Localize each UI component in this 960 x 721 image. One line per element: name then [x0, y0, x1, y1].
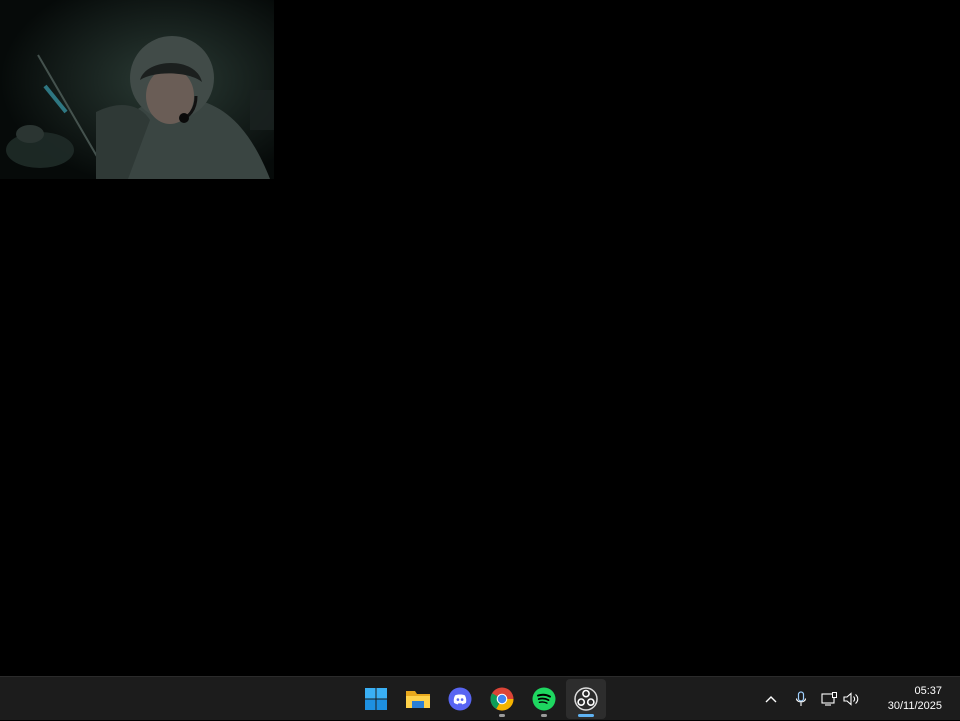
volume-icon: [843, 692, 859, 706]
taskbar-apps: [356, 677, 606, 721]
running-indicator: [541, 714, 547, 717]
system-tray: 05:37 30/11/2025: [758, 677, 960, 721]
network-icon: [821, 692, 837, 706]
file-explorer-button[interactable]: [398, 679, 438, 719]
volume-button[interactable]: [840, 684, 864, 714]
folder-icon: [406, 691, 430, 708]
microphone-button[interactable]: [784, 684, 818, 714]
chrome-icon: [490, 687, 514, 711]
active-indicator: [578, 714, 594, 717]
microphone-icon: [795, 691, 807, 706]
desktop[interactable]: [0, 0, 960, 676]
clock-time: 05:37: [914, 685, 942, 697]
chevron-up-icon: [765, 696, 777, 703]
discord-icon: [448, 687, 472, 711]
clock-date: 30/11/2025: [887, 700, 942, 712]
show-hidden-icons-button[interactable]: [758, 684, 784, 714]
clock[interactable]: 05:37 30/11/2025: [864, 679, 960, 719]
chrome-button[interactable]: [482, 679, 522, 719]
network-button[interactable]: [818, 684, 840, 714]
spotify-icon: [532, 687, 556, 711]
obs-icon: [574, 687, 598, 711]
windows-start-icon: [365, 688, 387, 710]
start-button[interactable]: [356, 679, 396, 719]
webcam-overlay: [0, 0, 274, 179]
spotify-button[interactable]: [524, 679, 564, 719]
obs-button[interactable]: [566, 679, 606, 719]
running-indicator: [499, 714, 505, 717]
webcam-image: [0, 0, 274, 179]
discord-button[interactable]: [440, 679, 480, 719]
taskbar: 05:37 30/11/2025: [0, 676, 960, 720]
